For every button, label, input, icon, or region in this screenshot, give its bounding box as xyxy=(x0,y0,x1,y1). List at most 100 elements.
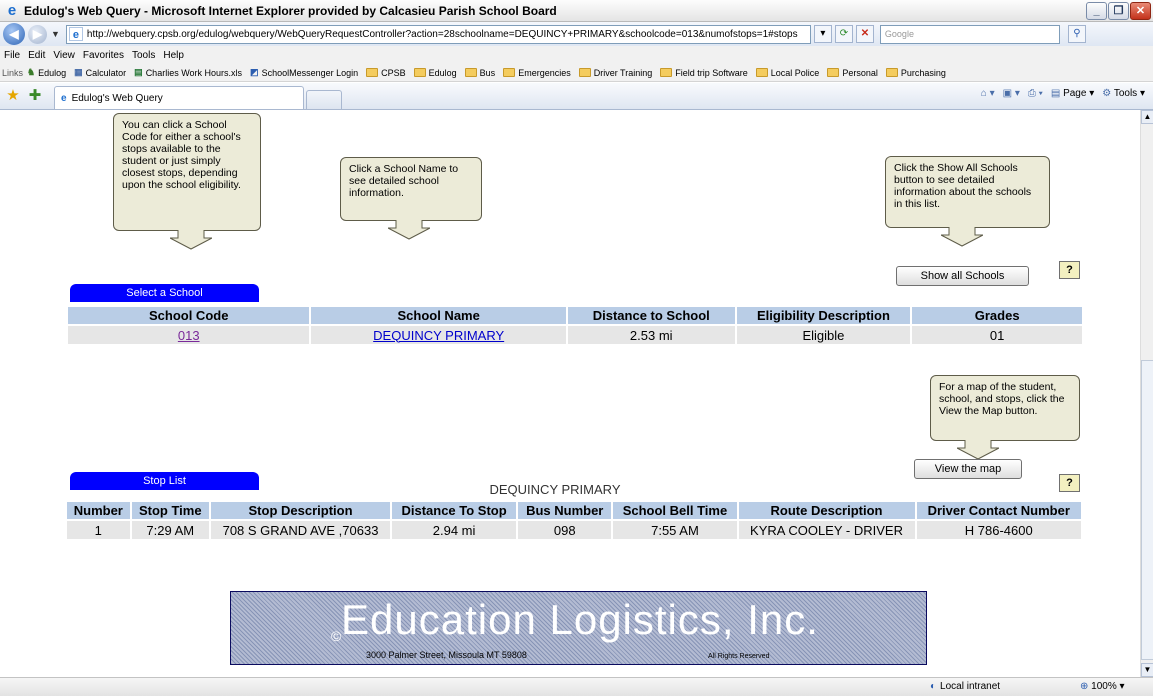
col-route-description: Route Description xyxy=(736,500,917,521)
footer-brand: Education Logistics, Inc. xyxy=(341,596,819,643)
link-local-police[interactable]: Local Police xyxy=(755,68,819,78)
search-input[interactable]: Google xyxy=(879,24,1060,44)
menu-file[interactable]: File xyxy=(4,50,20,61)
new-tab-button[interactable] xyxy=(306,90,342,109)
col-school-name: School Name xyxy=(309,305,568,326)
link-emergencies[interactable]: Emergencies xyxy=(503,68,571,78)
school-distance: 2.53 mi xyxy=(565,324,737,346)
callout-map: For a map of the student, school, and st… xyxy=(930,375,1080,441)
link-driver-training[interactable]: Driver Training xyxy=(578,68,652,78)
home-icon[interactable]: ⌂ ▾ xyxy=(981,88,995,99)
link-edulog-folder[interactable]: Edulog xyxy=(413,68,457,78)
link-cpsb[interactable]: CPSB xyxy=(366,68,406,78)
stop-help-button[interactable]: ? xyxy=(1059,474,1080,492)
history-dropdown-icon[interactable]: ▼ xyxy=(51,29,60,39)
link-bus[interactable]: Bus xyxy=(464,68,495,78)
link-work-hours[interactable]: ▤ Charlies Work Hours.xls xyxy=(134,67,242,78)
print-icon[interactable]: ⎙ ▾ xyxy=(1028,88,1043,99)
scroll-thumb[interactable] xyxy=(1141,360,1153,660)
school-help-button[interactable]: ? xyxy=(1059,261,1080,279)
maximize-button[interactable]: ❐ xyxy=(1108,2,1129,20)
menu-tools[interactable]: Tools xyxy=(132,50,155,61)
window-title: Edulog's Web Query - Microsoft Internet … xyxy=(24,3,557,18)
add-favorites-icon[interactable]: ✚ xyxy=(26,87,44,105)
callout-school-code-arrow xyxy=(170,230,212,250)
forward-button[interactable]: ▶ xyxy=(28,24,47,44)
route-description: KYRA COOLEY - DRIVER xyxy=(736,519,917,541)
tab-edulog-web-query[interactable]: e Edulog's Web Query xyxy=(54,86,304,109)
address-field[interactable]: e http://webquery.cpsb.org/edulog/webque… xyxy=(65,24,811,44)
school-eligibility: Eligible xyxy=(734,324,913,346)
stop-list-school-caption: DEQUINCY PRIMARY xyxy=(489,482,621,497)
minimize-button[interactable]: _ xyxy=(1086,2,1107,20)
address-url: http://webquery.cpsb.org/edulog/webquery… xyxy=(86,28,798,40)
show-all-schools-button[interactable]: Show all Schools xyxy=(896,266,1029,286)
school-name-link[interactable]: DEQUINCY PRIMARY xyxy=(373,328,504,343)
stop-description: 708 S GRAND AVE ,70633 xyxy=(208,519,393,541)
help-icon: ? xyxy=(1066,264,1073,276)
tab-page-icon: e xyxy=(61,92,67,104)
help-icon: ? xyxy=(1066,477,1073,489)
copyright-symbol: © xyxy=(331,628,342,644)
favorites-star-icon[interactable]: ★ xyxy=(4,87,22,105)
view-map-button[interactable]: View the map xyxy=(914,459,1022,479)
footer-banner: © Education Logistics, Inc. 3000 Palmer … xyxy=(230,591,927,665)
stop-icon[interactable]: ✕ xyxy=(855,25,874,43)
link-purchasing[interactable]: Purchasing xyxy=(885,68,946,78)
menu-help[interactable]: Help xyxy=(163,50,184,61)
col-number: Number xyxy=(65,500,132,521)
link-schoolmessenger[interactable]: ◩ SchoolMessenger Login xyxy=(250,67,358,78)
address-dropdown-icon[interactable]: ▾ xyxy=(813,25,832,43)
zoom-level[interactable]: ⊕ 100% ▾ xyxy=(1080,681,1125,692)
col-driver-contact: Driver Contact Number xyxy=(914,500,1084,521)
driver-contact: H 786-4600 xyxy=(914,519,1084,541)
school-code-link[interactable]: 013 xyxy=(178,328,200,343)
col-bus-number: Bus Number xyxy=(516,500,614,521)
col-school-code: School Code xyxy=(65,305,312,326)
intranet-icon: ◐ xyxy=(930,681,937,692)
link-edulog[interactable]: ♞ Edulog xyxy=(27,67,66,78)
menu-view[interactable]: View xyxy=(53,50,75,61)
table-row: 013 DEQUINCY PRIMARY 2.53 mi Eligible 01 xyxy=(65,324,1084,346)
links-label: Links xyxy=(2,67,24,78)
menu-favorites[interactable]: Favorites xyxy=(83,50,124,61)
page-icon: e xyxy=(68,27,83,41)
link-personal[interactable]: Personal xyxy=(827,68,878,78)
page-content: You can click a School Code for either a… xyxy=(0,110,1140,677)
stop-distance: 2.94 mi xyxy=(390,519,519,541)
links-bar: Links ♞ Edulog ▦ Calculator ▤ Charlies Work… xyxy=(0,64,1153,82)
security-zone[interactable]: ◐ Local intranet xyxy=(930,681,1000,692)
select-school-tab: Select a School xyxy=(70,284,259,302)
link-calculator[interactable]: ▦ Calculator xyxy=(74,67,126,78)
menu-edit[interactable]: Edit xyxy=(28,50,45,61)
menu-bar: File Edit View Favorites Tools Help xyxy=(0,46,1153,64)
callout-show-all-arrow xyxy=(941,227,983,247)
col-distance-to-stop: Distance To Stop xyxy=(390,500,519,521)
close-button[interactable]: ✕ xyxy=(1130,2,1151,20)
status-bar: ◐ Local intranet ⊕ 100% ▾ xyxy=(0,677,1153,696)
address-toolbar: ◀ ▶ ▼ e http://webquery.cpsb.org/edulog/… xyxy=(0,22,1153,46)
school-grades: 01 xyxy=(910,324,1084,346)
window-controls: _ ❐ ✕ xyxy=(1086,2,1151,20)
search-icon[interactable]: ⚲ xyxy=(1067,25,1086,43)
page-menu[interactable]: ▤ Page ▾ xyxy=(1051,88,1094,99)
table-row: 1 7:29 AM 708 S GRAND AVE ,70633 2.94 mi… xyxy=(65,519,1084,541)
callout-show-all: Click the Show All Schools button to see… xyxy=(885,156,1050,228)
footer-address: 3000 Palmer Street, Missoula MT 59808 xyxy=(366,650,527,660)
school-table: School Code School Name Distance to Scho… xyxy=(65,305,1084,346)
footer-rights: All Rights Reserved xyxy=(708,653,770,660)
link-field-trip[interactable]: Field trip Software xyxy=(660,68,748,78)
feeds-icon[interactable]: ▣ ▾ xyxy=(1003,88,1020,99)
col-distance: Distance to School xyxy=(565,305,737,326)
scroll-up-icon[interactable]: ▲ xyxy=(1141,110,1153,124)
col-grades: Grades xyxy=(910,305,1084,326)
refresh-icon[interactable]: ⟳ xyxy=(834,25,853,43)
ie-logo-icon: e xyxy=(7,1,17,19)
back-button[interactable]: ◀ xyxy=(3,23,25,45)
tools-menu[interactable]: ⚙ Tools ▾ xyxy=(1102,88,1145,99)
col-eligibility: Eligibility Description xyxy=(734,305,913,326)
vertical-scrollbar[interactable]: ▲ ▼ xyxy=(1140,110,1153,677)
scroll-down-icon[interactable]: ▼ xyxy=(1141,663,1153,677)
col-stop-description: Stop Description xyxy=(208,500,393,521)
callout-school-name-arrow xyxy=(388,220,430,240)
